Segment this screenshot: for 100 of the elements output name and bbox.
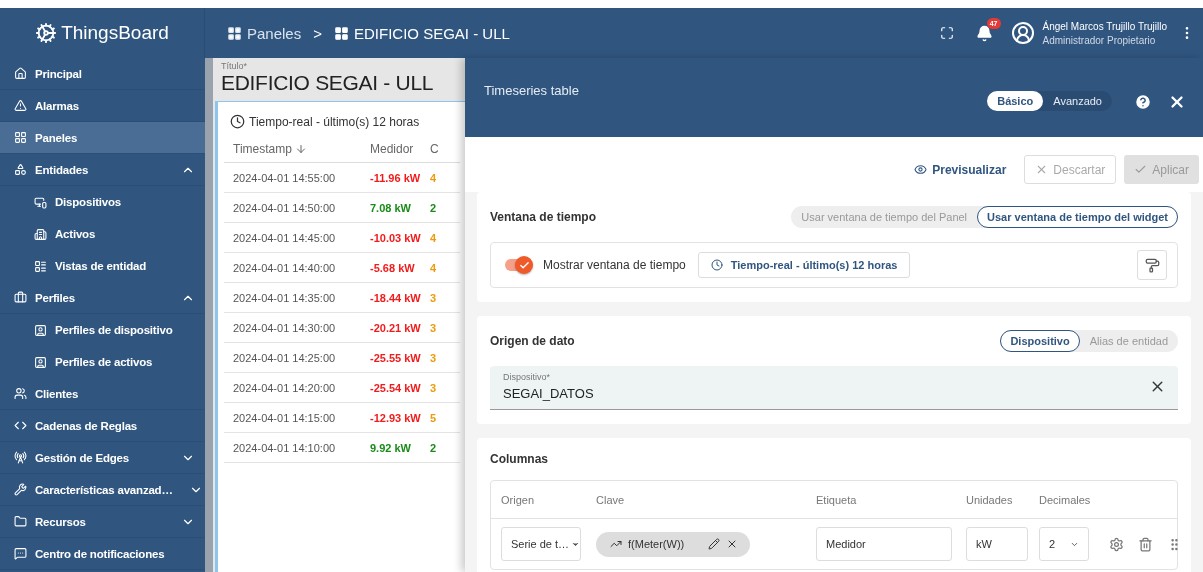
column-header: Decimales <box>1039 493 1092 506</box>
table-cell: 4 <box>430 253 460 283</box>
avatar-icon[interactable] <box>1010 21 1035 45</box>
table-cell: 2024-04-01 14:40:00 <box>224 253 370 283</box>
message-icon <box>14 547 27 560</box>
sidebar-item[interactable]: Perfiles de dispositivo <box>0 314 205 346</box>
column-header[interactable]: Medidor <box>370 135 430 163</box>
style-button[interactable] <box>1137 250 1167 280</box>
user-name: Ángel Marcos Trujillo Trujillo <box>1042 20 1167 32</box>
panel-title: Timeseries table <box>484 83 580 98</box>
segment-option[interactable]: Usar ventana de tiempo del widget <box>977 206 1178 228</box>
table-cell: 2024-04-01 14:50:00 <box>224 193 370 223</box>
warning-icon <box>14 99 27 112</box>
origin-select[interactable]: Serie de t… <box>501 527 581 561</box>
column-header[interactable]: Timestamp <box>224 135 370 163</box>
trash-icon[interactable] <box>1138 536 1153 552</box>
edit-icon[interactable] <box>708 538 720 550</box>
column-header: Clave <box>596 493 626 506</box>
badge-icon <box>34 355 47 369</box>
table-cell: 2 <box>430 193 460 223</box>
table-cell: -10.03 kW <box>370 223 430 253</box>
mode-tab[interactable]: Básico <box>987 91 1044 111</box>
card-title: Ventana de tiempo <box>490 210 597 224</box>
table-cell: 7.08 kW <box>370 193 430 223</box>
check-icon <box>518 259 530 271</box>
table-cell: 4 <box>430 163 460 193</box>
device-field[interactable]: Dispositivo* SEGAI_DATOS <box>490 366 1178 410</box>
clock-icon <box>230 114 245 129</box>
column-header: Etiqueta <box>816 493 858 506</box>
gear-icon <box>35 22 58 44</box>
help-icon[interactable] <box>1134 93 1152 111</box>
settings-icon[interactable] <box>1109 536 1124 552</box>
sidebar-item[interactable]: Activos <box>0 218 205 250</box>
segment-option[interactable]: Dispositivo <box>1000 330 1080 352</box>
table-cell: 2024-04-01 14:15:00 <box>224 403 370 433</box>
table-cell: -11.96 kW <box>370 163 430 193</box>
antenna-icon <box>14 451 27 464</box>
remove-icon[interactable] <box>726 538 738 550</box>
building-icon <box>34 227 47 241</box>
table-cell: 2024-04-01 14:35:00 <box>224 283 370 313</box>
sidebar-item[interactable]: Paneles <box>0 122 205 154</box>
home-icon <box>14 67 27 80</box>
table-cell: 5 <box>430 403 460 433</box>
column-header: Unidades <box>966 493 1014 506</box>
table-cell: -25.55 kW <box>370 343 430 373</box>
preview-button[interactable]: Previsualizar <box>904 155 1017 184</box>
clock-icon <box>710 259 723 271</box>
table-cell: 2 <box>430 433 460 463</box>
paint-roller-icon <box>1144 257 1160 273</box>
table-cell: 3 <box>430 373 460 403</box>
table-cell: 2024-04-01 14:30:00 <box>224 313 370 343</box>
timewindow-label[interactable]: Tiempo-real - último(s) 12 horas <box>249 114 420 129</box>
table-cell: -25.54 kW <box>370 373 430 403</box>
trend-icon <box>610 538 622 550</box>
grid-icon <box>227 25 242 41</box>
user-role: Administrador Propietario <box>1042 34 1157 46</box>
toggle-label: Mostrar ventana de tiempo <box>543 258 686 272</box>
timewindow-button[interactable]: Tiempo-real - último(s) 12 horas <box>697 252 911 278</box>
folder-icon <box>14 515 27 528</box>
grid-icon <box>14 131 27 144</box>
table-cell: 3 <box>430 313 460 343</box>
fullscreen-icon[interactable] <box>939 26 954 40</box>
sidebar-item[interactable]: Perfiles de activos <box>0 346 205 378</box>
key-chip[interactable]: f(Meter(W)) <box>596 531 750 557</box>
label-input[interactable]: Medidor <box>816 527 952 561</box>
breadcrumb[interactable]: Paneles <box>227 24 302 42</box>
units-input[interactable]: kW <box>966 527 1028 561</box>
table-cell: 3 <box>430 343 460 373</box>
users-icon <box>14 387 27 400</box>
sidebar-item[interactable]: Dispositivos <box>0 186 205 218</box>
grid-icon <box>334 25 349 41</box>
logo-text: ThingsBoard <box>61 22 169 44</box>
card-title: Origen de dato <box>490 334 575 348</box>
table-cell: 2024-04-01 14:10:00 <box>224 433 370 463</box>
sort-arrow-icon <box>294 142 307 155</box>
toggle-switch[interactable] <box>505 259 531 271</box>
table-cell: -18.44 kW <box>370 283 430 313</box>
bell-icon[interactable] <box>975 24 993 42</box>
scrollbar[interactable] <box>205 58 213 572</box>
table-cell: -20.21 kW <box>370 313 430 343</box>
sidebar-item[interactable]: Vistas de entidad <box>0 250 205 282</box>
shapes-icon <box>14 163 27 176</box>
close-icon[interactable] <box>1168 93 1186 111</box>
dashboard-title[interactable]: EDIFICIO SEGAI - ULL <box>213 71 465 101</box>
column-header[interactable]: C <box>430 135 460 163</box>
breadcrumb[interactable]: EDIFICIO SEGAI - ULL <box>334 24 510 42</box>
table-cell: 2024-04-01 14:55:00 <box>224 163 370 193</box>
table-cell: 9.92 kW <box>370 433 430 463</box>
decimals-input[interactable]: 2 <box>1039 527 1089 561</box>
table-cell: -5.68 kW <box>370 253 430 283</box>
table-cell: -12.93 kW <box>370 403 430 433</box>
mode-tab[interactable]: Avanzado <box>1043 91 1112 111</box>
table-cell: 2024-04-01 14:25:00 <box>224 343 370 373</box>
table-cell: 4 <box>430 223 460 253</box>
badge-icon <box>34 323 47 337</box>
devices-icon <box>34 195 47 209</box>
tools-icon <box>14 483 27 496</box>
breadcrumb-separator: > <box>313 24 322 42</box>
key-label: f(Meter(W)) <box>628 538 685 550</box>
eye-icon <box>914 163 928 176</box>
